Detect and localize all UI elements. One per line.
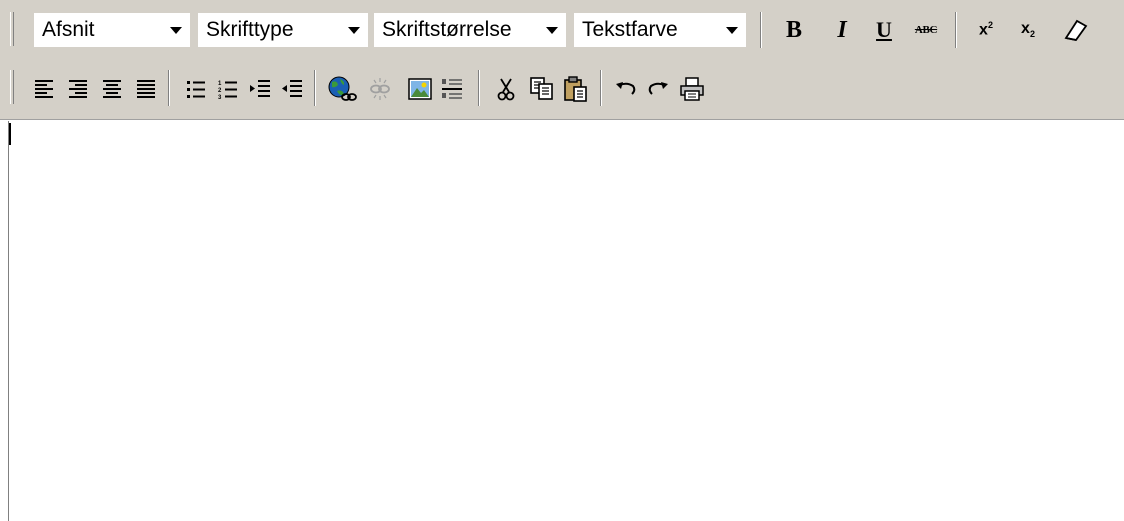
paste-button[interactable] xyxy=(560,72,592,106)
svg-text:3: 3 xyxy=(218,95,222,99)
strikethrough-button[interactable]: ABC xyxy=(910,13,942,47)
print-button[interactable] xyxy=(676,72,708,106)
eraser-icon xyxy=(1064,19,1088,41)
subscript-button[interactable]: x2 xyxy=(1012,13,1044,47)
remove-format-button[interactable] xyxy=(1060,13,1092,47)
bold-button[interactable]: B xyxy=(778,13,810,47)
insert-link-icon xyxy=(328,76,357,101)
cut-icon xyxy=(497,78,515,101)
font-size-dropdown[interactable]: Skriftstørrelse xyxy=(374,13,566,47)
paragraph-format-value: Afsnit xyxy=(42,18,95,41)
svg-text:2: 2 xyxy=(218,88,222,94)
toolbar-separator xyxy=(955,12,957,48)
numbered-list-icon: 123 xyxy=(218,81,237,99)
paragraph-format-dropdown[interactable]: Afsnit xyxy=(34,13,190,47)
numbered-list-button[interactable]: 123 xyxy=(212,72,244,106)
toolbar-row-formatting: Afsnit Skrifttype Skriftstørrelse Tekstf… xyxy=(0,0,1124,58)
toolbar-separator xyxy=(600,70,602,106)
indent-button[interactable] xyxy=(244,72,276,106)
undo-icon xyxy=(616,82,636,95)
undo-button[interactable] xyxy=(610,72,642,106)
toolbar-separator xyxy=(478,70,480,106)
redo-button[interactable] xyxy=(642,72,674,106)
align-right-icon xyxy=(69,80,87,98)
indent-icon xyxy=(250,80,270,97)
outdent-button[interactable] xyxy=(276,72,308,106)
rich-text-editor: Afsnit Skrifttype Skriftstørrelse Tekstf… xyxy=(0,0,1124,521)
insert-image-icon xyxy=(408,78,432,100)
align-center-button[interactable] xyxy=(96,72,128,106)
horizontal-rule-button[interactable] xyxy=(436,72,468,106)
toolbar-separator xyxy=(168,70,170,106)
align-center-icon xyxy=(103,80,121,98)
font-size-value: Skriftstørrelse xyxy=(382,18,512,41)
toolbar-separator xyxy=(760,12,762,48)
align-right-button[interactable] xyxy=(62,72,94,106)
text-color-dropdown[interactable]: Tekstfarve xyxy=(574,13,746,47)
text-caret xyxy=(9,123,11,145)
chevron-down-icon xyxy=(726,27,738,34)
align-justify-button[interactable] xyxy=(130,72,162,106)
align-left-icon xyxy=(35,80,53,98)
insert-link-button[interactable] xyxy=(326,72,358,106)
toolbar-grip[interactable] xyxy=(10,12,14,46)
chevron-down-icon xyxy=(546,27,558,34)
bulleted-list-button[interactable] xyxy=(180,72,212,106)
outdent-icon xyxy=(282,80,302,97)
toolbar-row-tools: 123 xyxy=(0,58,1124,120)
paste-icon xyxy=(564,76,587,102)
cut-button[interactable] xyxy=(490,72,522,106)
insert-image-button[interactable] xyxy=(404,72,436,106)
italic-button[interactable]: I xyxy=(826,13,858,47)
text-color-value: Tekstfarve xyxy=(582,18,678,41)
copy-icon xyxy=(530,77,553,100)
superscript-button[interactable]: x2 xyxy=(970,13,1002,47)
underline-button[interactable]: U xyxy=(868,13,900,47)
font-family-dropdown[interactable]: Skrifttype xyxy=(198,13,368,47)
bulleted-list-icon xyxy=(187,81,205,98)
unlink-icon xyxy=(370,78,390,100)
copy-button[interactable] xyxy=(526,72,558,106)
subscript-icon: x2 xyxy=(1021,20,1035,40)
svg-text:1: 1 xyxy=(218,81,222,87)
toolbar-separator xyxy=(314,70,316,106)
editor-content-area[interactable] xyxy=(8,121,1124,521)
align-justify-icon xyxy=(137,80,155,98)
toolbar-grip[interactable] xyxy=(10,70,14,104)
print-icon xyxy=(680,77,704,101)
horizontal-rule-icon xyxy=(442,79,462,99)
chevron-down-icon xyxy=(348,27,360,34)
font-family-value: Skrifttype xyxy=(206,18,294,41)
superscript-icon: x2 xyxy=(979,20,993,39)
unlink-button[interactable] xyxy=(364,72,396,106)
align-left-button[interactable] xyxy=(28,72,60,106)
chevron-down-icon xyxy=(170,27,182,34)
redo-icon xyxy=(648,82,668,95)
